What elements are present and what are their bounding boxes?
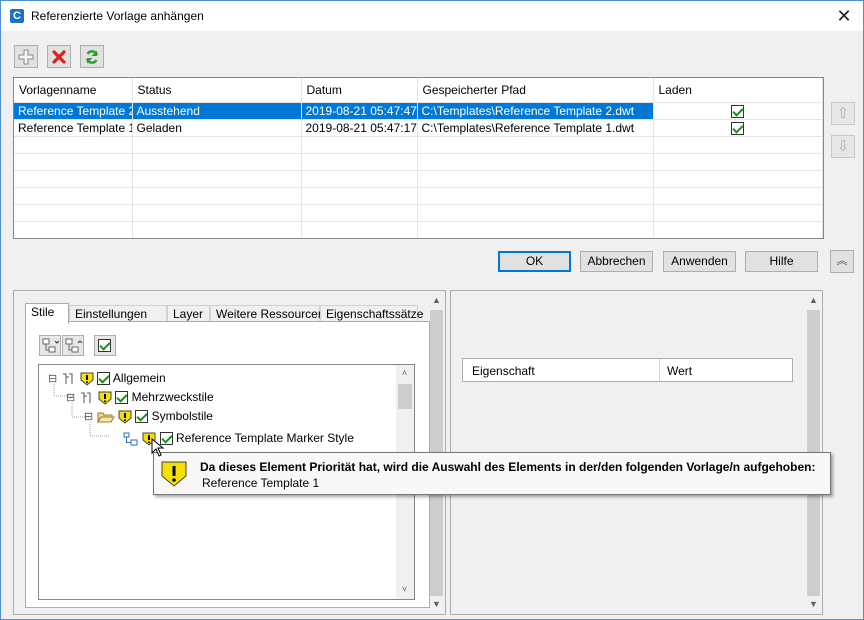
warning-icon [80, 372, 94, 386]
expand-tree-icon [42, 338, 60, 353]
properties-table-header: Eigenschaft Wert [462, 358, 793, 382]
cell-load [653, 102, 823, 120]
dialog-window: C Referenzierte Vorlage anhängen ✕ Vorla… [0, 0, 864, 620]
empty-row [14, 221, 823, 238]
warning-icon [161, 461, 187, 487]
tree-node-mehrzweckstile[interactable]: ⊟ Mehrzweckstile [66, 388, 214, 406]
scroll-up-arrow[interactable]: ▲ [805, 292, 822, 309]
expand-button[interactable] [39, 335, 61, 356]
table-header: Vorlagenname Status Datum Gespeicherter … [14, 78, 823, 103]
load-checkbox[interactable] [731, 104, 744, 118]
plus-icon [18, 49, 34, 65]
select-all-button[interactable] [94, 335, 116, 356]
cell-path: C:\Templates\Reference Template 1.dwt [417, 119, 654, 137]
add-template-button[interactable] [14, 45, 38, 68]
tree-node-symbolstile[interactable]: ⊟ Symbolstile [84, 407, 213, 425]
collapse-tree-button[interactable] [62, 335, 84, 356]
mouse-cursor-icon [151, 438, 165, 457]
refresh-button[interactable] [80, 45, 104, 68]
ok-button[interactable]: OK [498, 251, 571, 272]
collapse-node-icon[interactable]: ⊟ [48, 373, 57, 385]
app-icon: C [10, 9, 24, 23]
cell-date: 2019-08-21 05:47:47 [301, 102, 418, 120]
table-row[interactable]: Reference Template 2 Ausstehend 2019-08-… [14, 102, 823, 120]
cancel-button[interactable]: Abbrechen [580, 251, 653, 272]
node-checkbox[interactable] [97, 372, 111, 386]
open-folder-icon [96, 412, 115, 424]
warning-icon [98, 391, 112, 405]
collapse-tree-icon [65, 338, 83, 353]
double-chevron-up-icon: ︽ [836, 255, 848, 267]
scroll-down-arrow[interactable]: ▼ [428, 596, 445, 613]
collapse-button[interactable]: ︽ [830, 250, 854, 273]
tree-node-label: Allgemein [112, 371, 166, 385]
window-title: Referenzierte Vorlage anhängen [31, 9, 204, 23]
apply-button[interactable]: Anwenden [663, 251, 736, 272]
cell-name: Reference Template 2 [14, 102, 133, 120]
empty-row [14, 204, 823, 222]
styles-group-icon [62, 373, 73, 384]
scroll-down-arrow[interactable]: ▼ [805, 596, 822, 613]
title-bar: C Referenzierte Vorlage anhängen ✕ [1, 1, 863, 31]
move-down-button[interactable]: ⇩ [831, 135, 855, 158]
cell-path: C:\Templates\Reference Template 2.dwt [417, 102, 654, 120]
load-checkbox[interactable] [731, 121, 744, 135]
cell-status: Geladen [132, 119, 302, 137]
column-header-load[interactable]: Laden [653, 78, 823, 103]
refresh-icon [85, 50, 99, 64]
tab-stile[interactable]: Stile [25, 303, 69, 324]
scroll-thumb[interactable] [398, 384, 412, 409]
tooltip-message: Da dieses Element Priorität hat, wird di… [200, 460, 816, 474]
table-row[interactable]: Reference Template 1 Geladen 2019-08-21 … [14, 119, 823, 137]
collapse-node-icon[interactable]: ⊟ [84, 411, 93, 423]
checkbox-icon [98, 339, 111, 352]
arrow-up-icon: ⇧ [836, 105, 850, 122]
empty-row [14, 170, 823, 188]
cell-load [653, 119, 823, 137]
column-header-path[interactable]: Gespeicherter Pfad [417, 78, 654, 103]
tree-node-label: Mehrzweckstile [131, 390, 214, 404]
remove-template-button[interactable] [47, 45, 71, 68]
conflict-tooltip: Da dieses Element Priorität hat, wird di… [153, 452, 831, 495]
empty-row [14, 136, 823, 154]
scroll-up-arrow[interactable]: ▲ [428, 292, 445, 309]
cell-date: 2019-08-21 05:47:17 [301, 119, 418, 137]
node-checkbox[interactable] [135, 410, 149, 424]
empty-row [14, 153, 823, 171]
column-header-name[interactable]: Vorlagenname [14, 78, 133, 103]
arrow-down-icon: ⇩ [836, 138, 850, 155]
collapse-node-icon[interactable]: ⊟ [66, 392, 75, 404]
column-header-status[interactable]: Status [132, 78, 302, 103]
tree-node-label: Symbolstile [151, 409, 213, 423]
node-checkbox[interactable] [115, 391, 129, 405]
symbol-style-icon [123, 432, 138, 446]
column-header-property[interactable]: Eigenschaft [472, 364, 535, 378]
scroll-down-arrow[interactable]: ˅ [396, 581, 413, 598]
cell-name: Reference Template 1 [14, 119, 133, 137]
column-header-date[interactable]: Datum [301, 78, 418, 103]
cell-status: Ausstehend [132, 102, 302, 120]
tree-node-label: Reference Template Marker Style [176, 431, 354, 445]
templates-table: Vorlagenname Status Datum Gespeicherter … [13, 77, 824, 239]
column-divider [659, 359, 660, 381]
scroll-up-arrow[interactable]: ˄ [396, 365, 413, 382]
delete-icon [52, 50, 66, 64]
empty-row [14, 187, 823, 205]
column-header-value[interactable]: Wert [667, 364, 692, 378]
warning-icon [118, 410, 132, 424]
move-up-button[interactable]: ⇧ [831, 102, 855, 125]
tooltip-template-name: Reference Template 1 [202, 476, 320, 490]
tree-node-allgemein[interactable]: ⊟ Allgemein [48, 369, 166, 387]
styles-group-icon [80, 392, 91, 403]
help-button[interactable]: Hilfe [745, 251, 818, 272]
close-button[interactable]: ✕ [827, 3, 861, 29]
